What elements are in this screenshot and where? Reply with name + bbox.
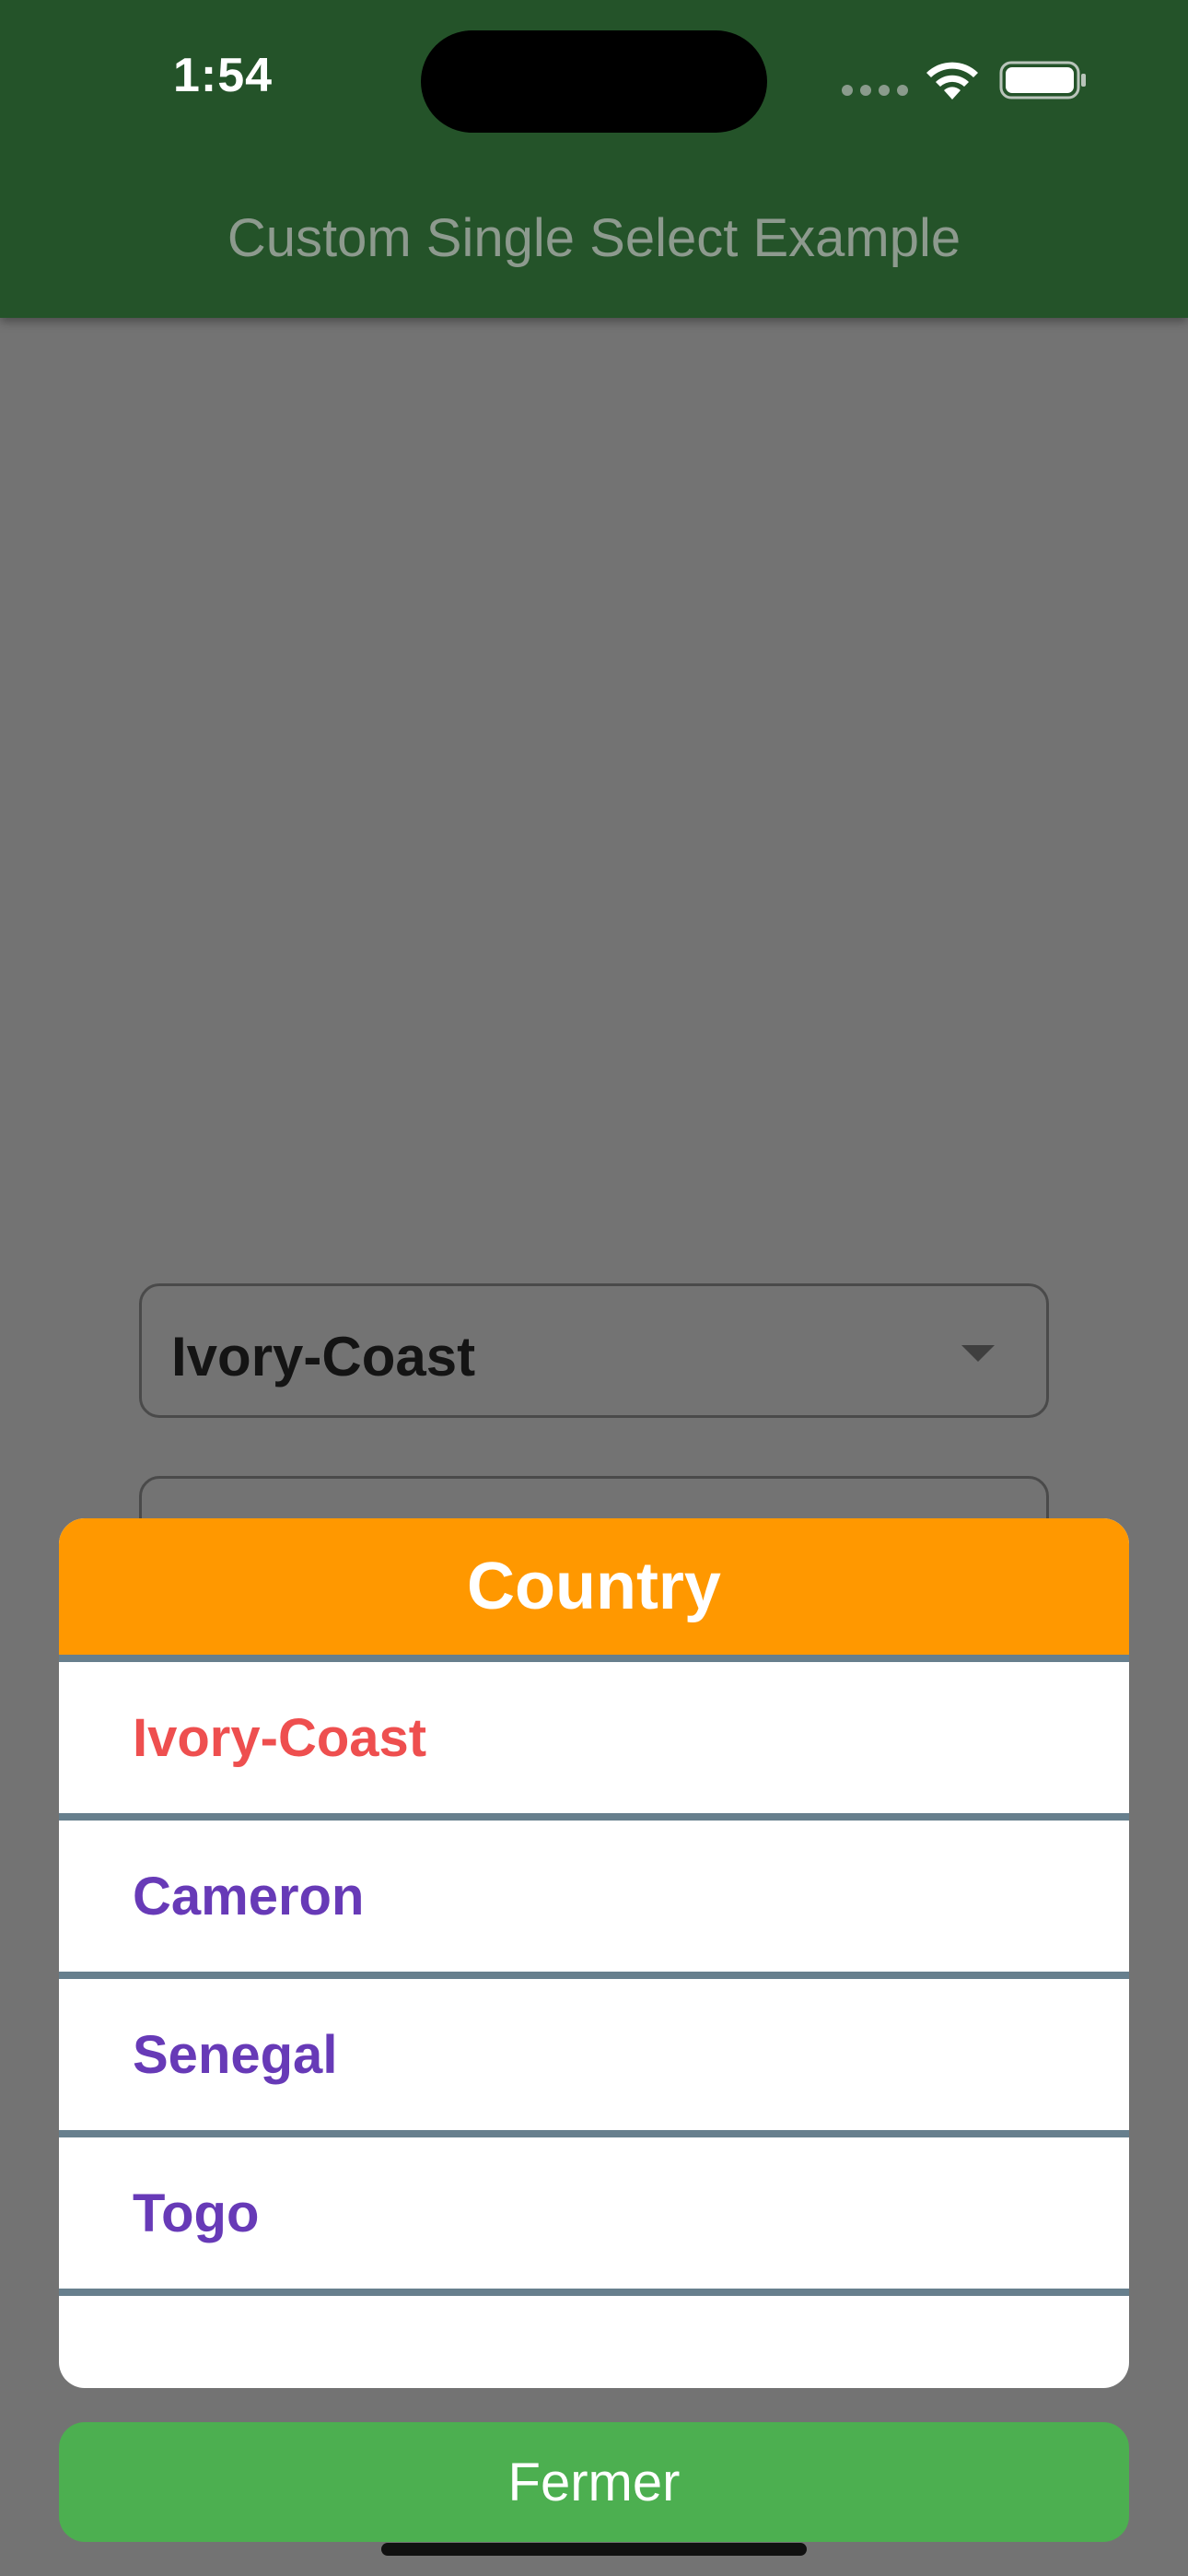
list-item-togo[interactable]: Togo xyxy=(59,2130,1129,2289)
list-item-ivory-coast[interactable]: Ivory-Coast xyxy=(59,1655,1129,1813)
list-divider xyxy=(59,2289,1129,2296)
cellular-signal-icon xyxy=(842,85,908,98)
app-bar: 1:54 Custom Single Select Example xyxy=(0,0,1188,318)
battery-icon xyxy=(999,61,1086,100)
close-button[interactable]: Fermer xyxy=(59,2422,1129,2542)
country-dialog: Country Ivory-Coast Cameron Senegal Togo xyxy=(59,1518,1129,2388)
dropdown-value: Ivory-Coast xyxy=(171,1326,476,1388)
home-indicator[interactable] xyxy=(381,2543,807,2556)
country-dropdown[interactable]: Ivory-Coast xyxy=(139,1283,1049,1418)
list-item-senegal[interactable]: Senegal xyxy=(59,1972,1129,2130)
page-title: Custom Single Select Example xyxy=(227,208,961,268)
status-time: 1:54 xyxy=(173,49,274,102)
caret-down-icon xyxy=(961,1345,995,1362)
wifi-icon xyxy=(926,62,978,100)
dynamic-island xyxy=(421,30,767,133)
dialog-header: Country xyxy=(59,1518,1129,1655)
dialog-title: Country xyxy=(467,1550,721,1623)
list-item-cameron[interactable]: Cameron xyxy=(59,1813,1129,1972)
